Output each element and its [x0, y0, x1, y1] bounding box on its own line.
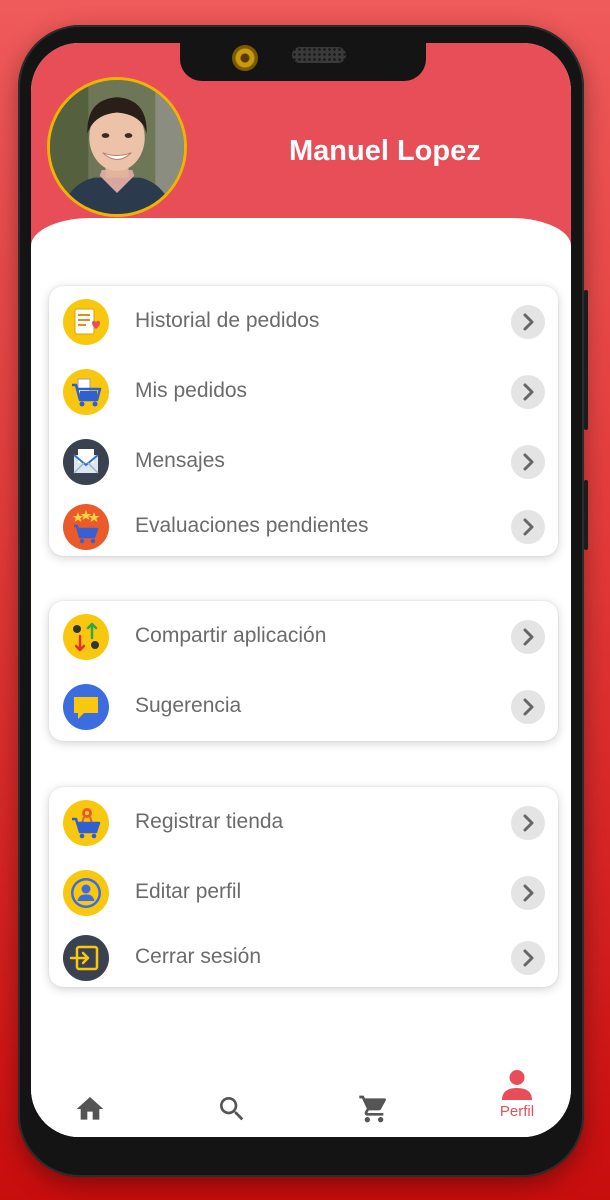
menu-item-label: Evaluaciones pendientes	[135, 514, 369, 537]
power-button	[584, 480, 588, 550]
menu-item-label: Compartir aplicación	[135, 624, 327, 647]
chevron-right-icon	[511, 690, 545, 724]
menu-item-editar-perfil[interactable]: Editar perfil	[49, 863, 558, 923]
menu-item-label: Editar perfil	[135, 880, 242, 903]
menu-item-label: Sugerencia	[135, 694, 242, 717]
menu-card-account: Registrar tienda Editar perfil Cerrar se…	[49, 787, 558, 987]
user-photo	[50, 80, 184, 214]
chevron-right-icon	[511, 876, 545, 910]
avatar[interactable]	[47, 77, 187, 217]
logout-icon	[63, 935, 109, 981]
header-curve	[31, 218, 571, 278]
camera-icon	[232, 45, 258, 71]
home-icon	[76, 1097, 104, 1120]
menu-item-label: Mensajes	[135, 449, 225, 472]
menu-item-historial-pedidos[interactable]: Historial de pedidos	[49, 292, 558, 352]
chevron-right-icon	[511, 445, 545, 479]
search-icon	[220, 1097, 244, 1121]
nav-cart[interactable]	[334, 1073, 414, 1137]
chevron-right-icon	[511, 941, 545, 975]
shopping-cart-icon	[63, 369, 109, 415]
app-screen: Manuel Lopez Historial de pedidos Mis pe…	[31, 43, 571, 1137]
order-history-icon	[63, 299, 109, 345]
bottom-navigation: Perfil	[31, 1070, 571, 1137]
star-rating-icon	[63, 504, 109, 550]
menu-item-cerrar-sesion[interactable]: Cerrar sesión	[49, 928, 558, 988]
envelope-icon	[63, 439, 109, 485]
menu-item-label: Historial de pedidos	[135, 309, 320, 332]
chevron-right-icon	[511, 305, 545, 339]
menu-item-label: Mis pedidos	[135, 379, 248, 402]
chevron-right-icon	[511, 510, 545, 544]
store-cart-icon	[63, 800, 109, 846]
menu-card-share: Compartir aplicación Sugerencia	[49, 601, 558, 741]
profile-icon	[63, 870, 109, 916]
phone-notch	[180, 43, 426, 81]
chevron-right-icon	[511, 375, 545, 409]
chevron-right-icon	[511, 806, 545, 840]
chevron-right-icon	[511, 620, 545, 654]
menu-item-compartir-aplicacion[interactable]: Compartir aplicación	[49, 607, 558, 667]
menu-item-evaluaciones-pendientes[interactable]: Evaluaciones pendientes	[49, 497, 558, 557]
menu-item-label: Cerrar sesión	[135, 945, 262, 968]
share-arrows-icon	[63, 614, 109, 660]
nav-search[interactable]	[192, 1073, 272, 1137]
menu-item-mis-pedidos[interactable]: Mis pedidos	[49, 362, 558, 422]
nav-profile-label: Perfil	[499, 1103, 535, 1120]
user-name: Manuel Lopez	[289, 135, 481, 167]
speaker-grille	[292, 47, 346, 63]
chat-bubble-icon	[63, 684, 109, 730]
nav-profile[interactable]: Perfil	[477, 1070, 557, 1137]
nav-home[interactable]	[50, 1073, 130, 1137]
menu-card-orders: Historial de pedidos Mis pedidos Mensaje…	[49, 286, 558, 556]
menu-item-mensajes[interactable]: Mensajes	[49, 432, 558, 492]
volume-button	[584, 290, 588, 430]
phone-frame: Manuel Lopez Historial de pedidos Mis pe…	[18, 25, 588, 1177]
menu-item-sugerencia[interactable]: Sugerencia	[49, 677, 558, 737]
menu-item-label: Registrar tienda	[135, 810, 284, 833]
cart-icon	[359, 1095, 387, 1123]
person-icon	[502, 1070, 532, 1100]
menu-item-registrar-tienda[interactable]: Registrar tienda	[49, 793, 558, 853]
